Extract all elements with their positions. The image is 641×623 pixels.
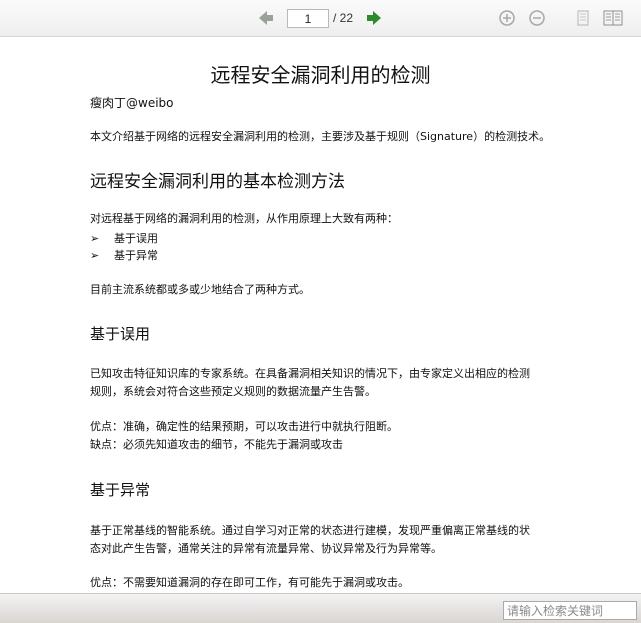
zoom-out-button[interactable] — [527, 8, 547, 28]
list-item-label: 基于误用 — [114, 232, 158, 245]
section2-heading: 基于误用 — [90, 325, 151, 343]
bullet-arrow-icon: ➢ — [90, 232, 100, 245]
list-item: ➢ 基于异常 — [90, 247, 158, 263]
document-title: 远程安全漏洞利用的检测 — [210, 63, 431, 87]
section1-summary: 目前主流系统都或多或少地结合了两种方式。 — [90, 283, 310, 296]
section2-paragraph-line2: 规则，系统会对符合这些预定义规则的数据流量产生告警。 — [90, 385, 376, 398]
section3-pros: 优点：不需要知道漏洞的存在即可工作，有可能先于漏洞或攻击。 — [90, 576, 409, 589]
zoom-out-icon — [529, 10, 545, 26]
single-page-view-button[interactable] — [573, 8, 593, 28]
document-author: 瘦肉丁@weibo — [90, 96, 174, 110]
list-item: ➢ 基于误用 — [90, 230, 158, 246]
section1-lead: 对远程基于网络的漏洞利用的检测，从作用原理上大致有两种： — [90, 212, 398, 225]
prev-page-button[interactable] — [256, 8, 276, 28]
double-page-view-button[interactable] — [603, 8, 623, 28]
bullet-arrow-icon: ➢ — [90, 249, 100, 262]
section2-cons: 缺点：必须先知道攻击的细节，不能先于漏洞或攻击 — [90, 438, 343, 451]
list-item-label: 基于异常 — [114, 249, 158, 262]
section2-paragraph-line1: 已知攻击特征知识库的专家系统。在具备漏洞相关知识的情况下，由专家定义出相应的检测 — [90, 367, 530, 380]
bottom-bar — [0, 593, 641, 623]
page-total-label: / 22 — [333, 11, 354, 25]
section1-heading: 远程安全漏洞利用的基本检测方法 — [90, 172, 345, 192]
search-input[interactable] — [503, 601, 637, 620]
section2-pros: 优点：准确，确定性的结果预期，可以攻击进行中就执行阻断。 — [90, 420, 398, 433]
arrow-left-icon — [259, 11, 273, 25]
single-page-view-icon — [577, 10, 589, 26]
viewer-toolbar: / 22 — [0, 0, 641, 37]
zoom-in-icon — [499, 10, 515, 26]
section3-paragraph-line1: 基于正常基线的智能系统。通过自学习对正常的状态进行建模，发现严重偏离正常基线的状 — [90, 524, 530, 537]
next-page-button[interactable] — [364, 8, 384, 28]
double-page-view-icon — [603, 10, 623, 26]
page-number-input[interactable] — [287, 9, 329, 28]
document-page: 远程安全漏洞利用的检测 瘦肉丁@weibo 本文介绍基于网络的远程安全漏洞利用的… — [0, 37, 641, 593]
section3-heading: 基于异常 — [90, 481, 151, 499]
zoom-in-button[interactable] — [497, 8, 517, 28]
document-intro: 本文介绍基于网络的远程安全漏洞利用的检测，主要涉及基于规则（Signature）… — [90, 130, 551, 143]
arrow-right-icon — [367, 11, 381, 25]
section3-paragraph-line2: 态对此产生告警，通常关注的异常有流量异常、协议异常及行为异常等。 — [90, 542, 442, 555]
